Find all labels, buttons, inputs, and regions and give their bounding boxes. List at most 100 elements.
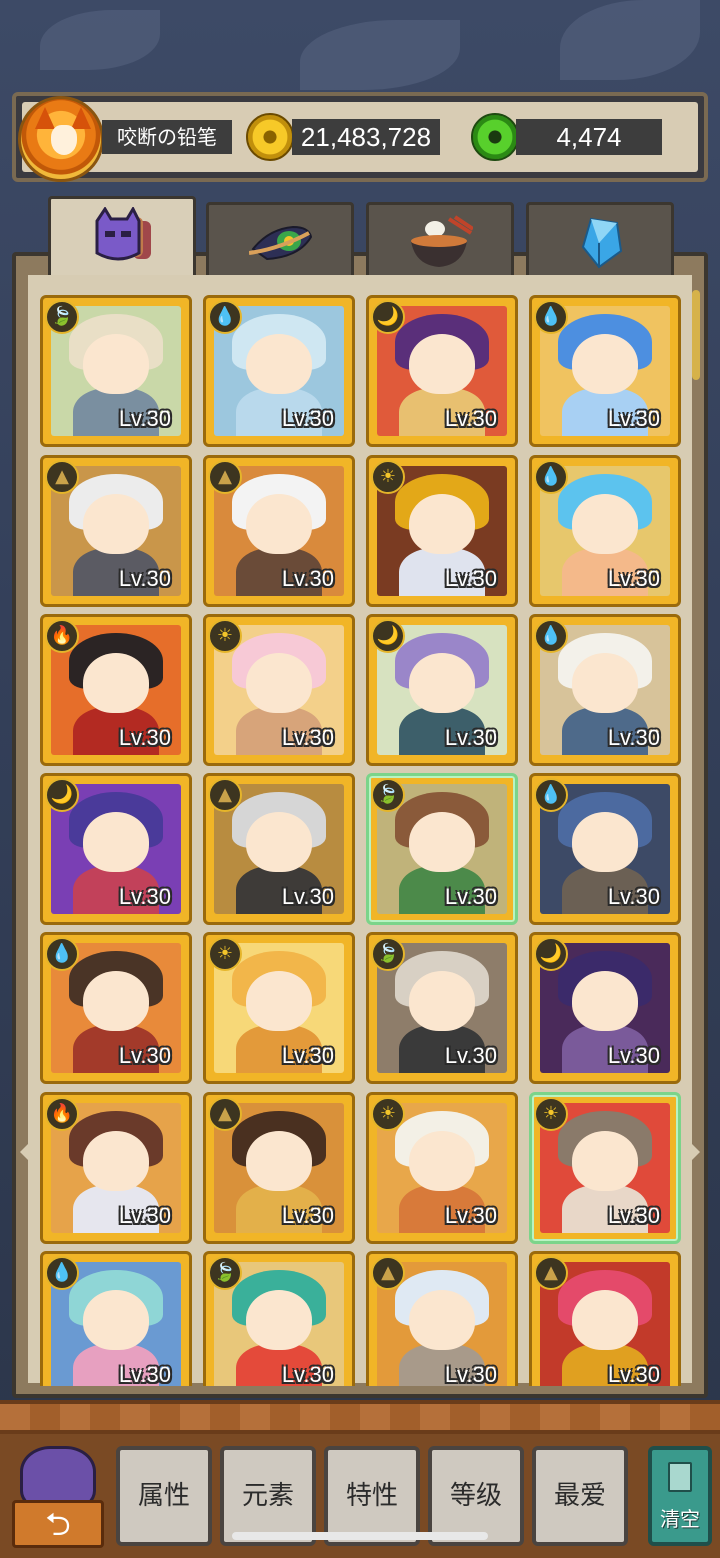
filter-button[interactable]: 属性 [116,1446,212,1546]
hero-card[interactable]: 🔥 Lv.30 [40,1092,192,1244]
hero-card[interactable]: 🍃 Lv.30 [366,773,518,925]
hero-card[interactable]: ☀ Lv.30 [366,455,518,607]
hero-face [572,812,638,872]
home-indicator[interactable] [232,1532,488,1540]
player-avatar[interactable] [18,96,104,182]
hero-face [409,653,475,713]
light-earth-element-icon: ▲ [534,1256,568,1290]
hero-level: Lv.30 [118,1362,171,1386]
scrollbar[interactable] [692,290,700,380]
back-button[interactable]: ⮌ [12,1446,104,1550]
hero-face [246,494,312,554]
hero-level: Lv.30 [118,1203,171,1228]
hero-card[interactable]: ☀ Lv.30 [203,614,355,766]
dark-element-icon: 🌙 [371,300,405,334]
light-earth-element-icon: ▲ [208,460,242,494]
player-name: 咬断の铅笔 [102,120,232,154]
hero-card[interactable]: ☀ Lv.30 [203,932,355,1084]
green-gem-icon [471,113,519,161]
water-element-icon: 💧 [208,300,242,334]
trash-icon [668,1462,692,1492]
hero-level: Lv.30 [607,406,660,431]
blue-crystal-icon [581,217,623,269]
hero-level: Lv.30 [607,566,660,591]
hero-face [572,334,638,394]
hero-face [83,1131,149,1191]
hero-level: Lv.30 [118,725,171,750]
hero-level: Lv.30 [607,1362,660,1386]
filter-button[interactable]: 等级 [428,1446,524,1546]
hero-level: Lv.30 [281,406,334,431]
hero-face [246,812,312,872]
hero-card[interactable]: 🌙 Lv.30 [366,614,518,766]
hero-face [246,653,312,713]
hero-level: Lv.30 [444,406,497,431]
hero-card[interactable]: 💧 Lv.30 [40,1251,192,1386]
earth-element-icon: 🍃 [208,1256,242,1290]
hero-face [83,653,149,713]
hero-level: Lv.30 [444,884,497,909]
hero-card[interactable]: 🌙 Lv.30 [529,932,681,1084]
tab-heroes[interactable] [48,196,196,280]
fire-element-icon: 🔥 [45,619,79,653]
light-element-icon: ☀ [208,619,242,653]
water-element-icon: 💧 [534,619,568,653]
hero-card[interactable]: 🍃 Lv.30 [40,295,192,447]
hero-card[interactable]: ▲ Lv.30 [40,455,192,607]
hero-card[interactable]: 💧 Lv.30 [203,295,355,447]
hero-face [409,494,475,554]
hero-face [409,812,475,872]
hero-card[interactable]: 🍃 Lv.30 [203,1251,355,1386]
filter-button[interactable]: 特性 [324,1446,420,1546]
hero-card[interactable]: ▲ Lv.30 [203,455,355,607]
tab-crystals[interactable] [526,202,674,276]
hero-level: Lv.30 [281,884,334,909]
water-element-icon: 💧 [45,1256,79,1290]
dark-element-icon: 🌙 [45,778,79,812]
hero-card[interactable]: ▲ Lv.30 [529,1251,681,1386]
light-element-icon: ☀ [534,1097,568,1131]
background-leaf [560,0,700,80]
hero-level: Lv.30 [281,725,334,750]
clear-label: 清空 [660,1507,700,1531]
filter-button[interactable]: 元素 [220,1446,316,1546]
hero-card[interactable]: 🌙 Lv.30 [40,773,192,925]
hero-card[interactable]: ☀ Lv.30 [529,1092,681,1244]
light-element-icon: ☀ [371,1097,405,1131]
back-arrow-icon: ⮌ [12,1500,104,1548]
hero-level: Lv.30 [281,1043,334,1068]
hero-face [246,1290,312,1350]
tab-artifacts[interactable] [206,202,354,276]
hero-card[interactable]: 💧 Lv.30 [529,614,681,766]
hero-level: Lv.30 [444,1203,497,1228]
hero-card[interactable]: ▲ Lv.30 [366,1251,518,1386]
hero-level: Lv.30 [118,406,171,431]
fox-ear-right [71,107,91,129]
hero-level: Lv.30 [607,884,660,909]
tab-food[interactable] [366,202,514,276]
earth-element-icon: 🍃 [45,300,79,334]
hero-face [572,1131,638,1191]
hero-level: Lv.30 [607,1043,660,1068]
clear-button[interactable]: 清空 [648,1446,712,1546]
hero-card[interactable]: 🍃 Lv.30 [366,932,518,1084]
water-element-icon: 💧 [534,300,568,334]
hero-card[interactable]: 💧 Lv.30 [529,295,681,447]
light-earth-element-icon: ▲ [208,1097,242,1131]
hero-card[interactable]: 🔥 Lv.30 [40,614,192,766]
hero-card[interactable]: ▲ Lv.30 [203,1092,355,1244]
light-earth-element-icon: ▲ [208,778,242,812]
hero-face [83,1290,149,1350]
hero-level: Lv.30 [281,566,334,591]
ramen-bowl-icon [411,215,473,267]
hero-card[interactable]: ☀ Lv.30 [366,1092,518,1244]
hero-level: Lv.30 [444,1043,497,1068]
filter-button[interactable]: 最爱 [532,1446,628,1546]
hero-card[interactable]: 💧 Lv.30 [40,932,192,1084]
hero-card[interactable]: 💧 Lv.30 [529,455,681,607]
hero-card[interactable]: 🌙 Lv.30 [366,295,518,447]
hero-card[interactable]: ▲ Lv.30 [203,773,355,925]
light-earth-element-icon: ▲ [45,460,79,494]
hero-face [83,494,149,554]
hero-card[interactable]: 💧 Lv.30 [529,773,681,925]
